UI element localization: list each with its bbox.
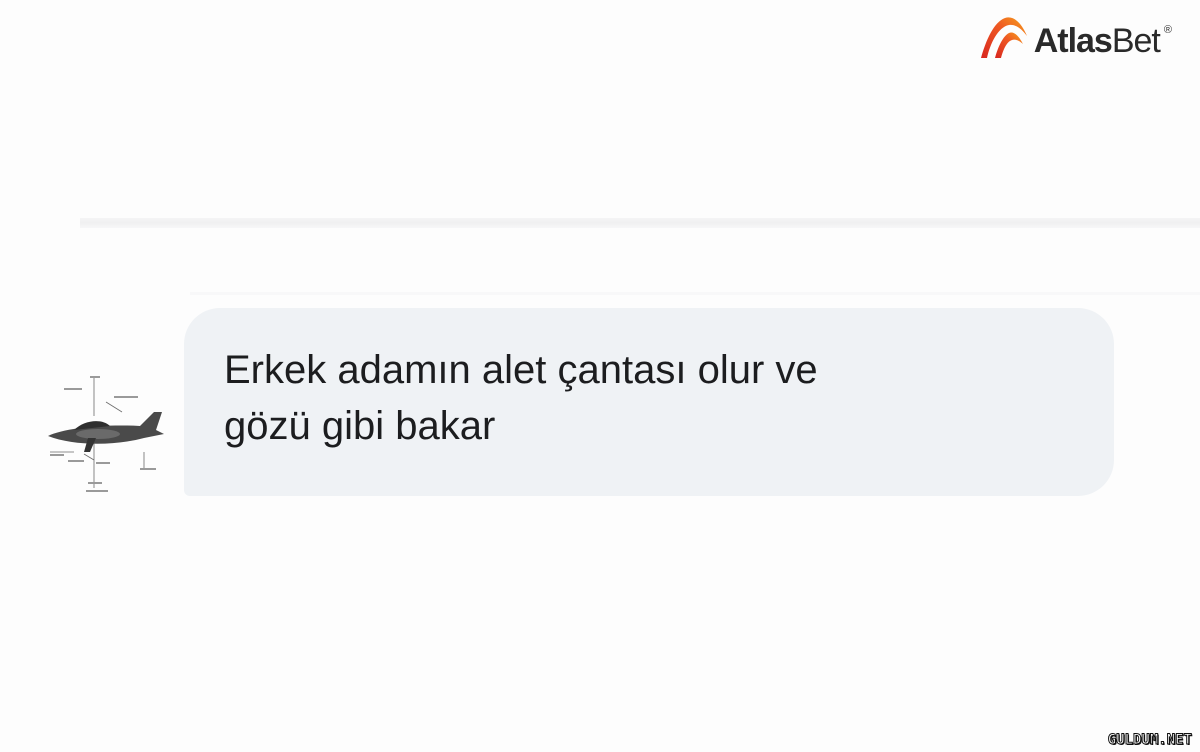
brand-wordmark: AtlasBet — [1033, 22, 1161, 60]
registered-mark: ® — [1163, 24, 1172, 36]
screenshot-page: AtlasBet ® Erkek adamın alet çantası olu… — [0, 0, 1200, 752]
brand-logo: AtlasBet ® — [978, 14, 1172, 60]
message-line-1: Erkek adamın alet çantası olur ve — [224, 348, 818, 392]
section-divider — [80, 218, 1200, 228]
faint-divider — [190, 292, 1200, 295]
brand-name-bold: Atlas — [1033, 22, 1113, 60]
site-watermark: GULDUM.NET — [1107, 732, 1192, 749]
atlasbet-logo-icon — [980, 17, 1027, 58]
message-bubble[interactable]: Erkek adamın alet çantası olur ve gözü g… — [184, 308, 1114, 496]
message-text: Erkek adamın alet çantası olur ve gözü g… — [224, 342, 1074, 454]
message-line-2: gözü gibi bakar — [224, 404, 496, 448]
airplane-diagram-icon[interactable] — [44, 372, 174, 502]
brand-name-regular: Bet — [1111, 22, 1161, 60]
